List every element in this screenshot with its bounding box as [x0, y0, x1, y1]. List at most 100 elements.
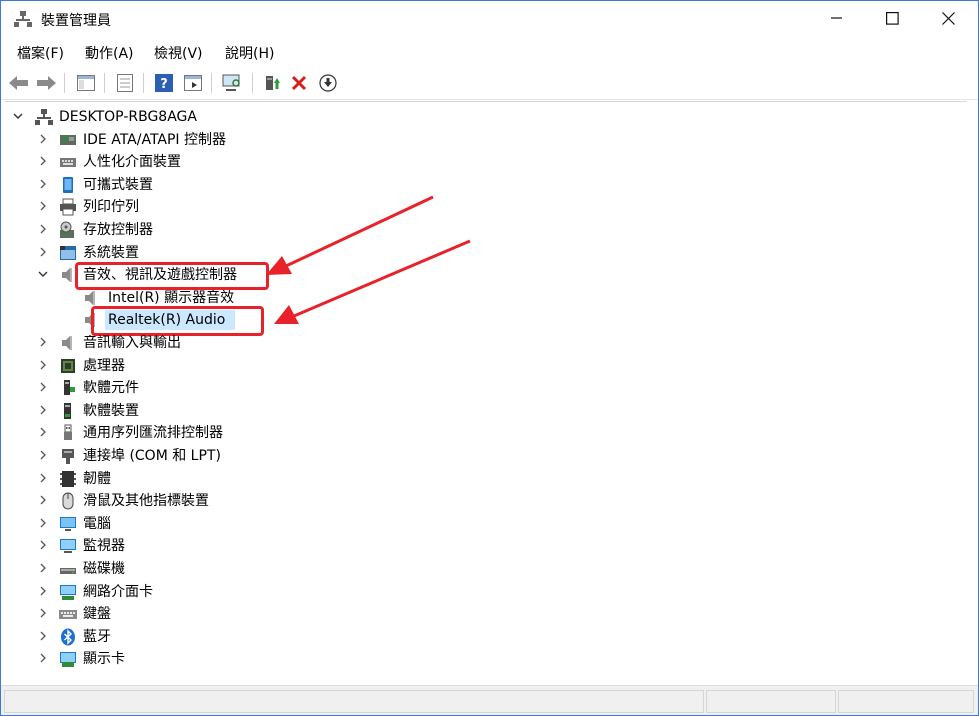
- show-hide-tree-icon: [77, 75, 95, 91]
- firmware-icon: [59, 470, 77, 488]
- menu-file[interactable]: 檔案(F): [17, 43, 64, 63]
- chevron-right-icon[interactable]: [36, 245, 50, 259]
- maximize-button[interactable]: [863, 1, 921, 35]
- speaker-icon: [59, 334, 77, 352]
- tree-item-label: 軟體元件: [83, 380, 139, 397]
- menu-view[interactable]: 檢視(V): [154, 43, 203, 63]
- show-hide-tree-button[interactable]: [75, 72, 97, 94]
- chevron-right-icon[interactable]: [36, 629, 50, 643]
- tree-item-label: 連接埠 (COM 和 LPT): [83, 448, 221, 464]
- tree-item[interactable]: 處理器: [5, 355, 905, 377]
- tree-item[interactable]: 監視器: [5, 535, 905, 557]
- software-device-icon: [59, 402, 77, 420]
- speaker-icon: [82, 289, 100, 307]
- chevron-right-icon[interactable]: [36, 154, 50, 168]
- menu-help[interactable]: 說明(H): [225, 43, 274, 63]
- tree-item[interactable]: 可攜式裝置: [5, 174, 905, 196]
- forward-button[interactable]: [35, 72, 57, 94]
- back-button[interactable]: [8, 72, 30, 94]
- chevron-right-icon[interactable]: [36, 222, 50, 236]
- tree-item[interactable]: 音訊輸入與輸出: [5, 332, 905, 354]
- uninstall-icon: [291, 75, 307, 91]
- tree-item[interactable]: 磁碟機: [5, 558, 905, 580]
- chevron-right-icon[interactable]: [36, 425, 50, 439]
- disable-button[interactable]: [317, 72, 339, 94]
- chevron-right-icon[interactable]: [36, 199, 50, 213]
- tree-item-label: 韌體: [83, 470, 111, 487]
- toolbar-separator: [64, 73, 65, 93]
- tree-item[interactable]: 電腦: [5, 513, 905, 535]
- toolbar-separator: [252, 73, 253, 93]
- computer-icon: [59, 515, 77, 533]
- tree-item[interactable]: IDE ATA/ATAPI 控制器: [5, 129, 905, 151]
- chevron-right-icon[interactable]: [36, 606, 50, 620]
- hid-icon: [59, 153, 77, 171]
- chevron-right-icon[interactable]: [36, 358, 50, 372]
- update-driver-button[interactable]: [261, 72, 283, 94]
- tree-item-label: 列印佇列: [83, 199, 139, 216]
- tree-item[interactable]: 軟體裝置: [5, 400, 905, 422]
- toolbar: ?: [1, 67, 978, 100]
- tree-item[interactable]: 人性化介面裝置: [5, 151, 905, 173]
- tree-item[interactable]: 韌體: [5, 468, 905, 490]
- tree-item-label: 可攜式裝置: [83, 176, 153, 193]
- svg-text:?: ?: [160, 77, 168, 92]
- chevron-right-icon[interactable]: [36, 651, 50, 665]
- tree-item[interactable]: 網路介面卡: [5, 581, 905, 603]
- tree-item[interactable]: 存放控制器: [5, 219, 905, 241]
- chevron-down-icon[interactable]: [36, 267, 50, 281]
- device-tree[interactable]: DESKTOP-RBG8AGA IDE ATA/ATAPI 控制器人性化介面裝置可…: [5, 101, 967, 685]
- disk-drive-icon: [59, 560, 77, 578]
- display-adapter-icon: [59, 650, 77, 668]
- tree-item[interactable]: 滑鼠及其他指標裝置: [5, 490, 905, 512]
- chevron-right-icon[interactable]: [36, 493, 50, 507]
- tree-item-label: Intel(R) 顯示器音效: [108, 289, 235, 306]
- tree-item[interactable]: 顯示卡: [5, 648, 905, 670]
- chevron-right-icon[interactable]: [36, 380, 50, 394]
- close-icon: [941, 11, 955, 25]
- tree-item[interactable]: 連接埠 (COM 和 LPT): [5, 445, 905, 467]
- tree-item[interactable]: 藍牙: [5, 626, 905, 648]
- forward-icon: [37, 76, 56, 90]
- tree-child-item[interactable]: Realtek(R) Audio: [5, 306, 905, 337]
- uninstall-button[interactable]: [288, 72, 310, 94]
- port-icon: [59, 447, 77, 465]
- tree-item[interactable]: 列印佇列: [5, 196, 905, 218]
- chevron-right-icon[interactable]: [36, 177, 50, 191]
- tree-item-label: 人性化介面裝置: [83, 154, 181, 171]
- chevron-right-icon[interactable]: [36, 516, 50, 530]
- software-component-icon: [59, 379, 77, 397]
- window-title: 裝置管理員: [41, 13, 111, 29]
- processor-icon: [59, 357, 77, 375]
- tree-item[interactable]: 通用序列匯流排控制器: [5, 422, 905, 444]
- menu-action[interactable]: 動作(A): [85, 43, 134, 63]
- view-button[interactable]: [182, 72, 204, 94]
- chevron-right-icon[interactable]: [36, 335, 50, 349]
- status-bar: [1, 685, 978, 715]
- vertical-scrollbar[interactable]: [967, 101, 978, 685]
- chevron-right-icon[interactable]: [36, 561, 50, 575]
- usb-icon: [59, 424, 77, 442]
- chevron-right-icon[interactable]: [36, 403, 50, 417]
- tree-item[interactable]: 系統裝置: [5, 242, 905, 264]
- tree-item[interactable]: 鍵盤: [5, 603, 905, 625]
- tree-item-label: DESKTOP-RBG8AGA: [59, 109, 197, 125]
- tree-item[interactable]: 音效、視訊及遊戲控制器: [5, 262, 905, 291]
- title-bar[interactable]: 裝置管理員: [1, 1, 978, 37]
- scan-hardware-button[interactable]: [221, 72, 243, 94]
- chevron-right-icon[interactable]: [36, 584, 50, 598]
- minimize-button[interactable]: [808, 1, 866, 35]
- device-manager-icon: [14, 11, 32, 27]
- help-button[interactable]: ?: [153, 72, 175, 94]
- chevron-right-icon[interactable]: [36, 538, 50, 552]
- chevron-right-icon[interactable]: [36, 132, 50, 146]
- chevron-right-icon[interactable]: [36, 448, 50, 462]
- tree-root[interactable]: DESKTOP-RBG8AGA: [5, 106, 905, 128]
- properties-button[interactable]: [114, 72, 136, 94]
- close-button[interactable]: [919, 1, 977, 35]
- tree-item-label: 網路介面卡: [83, 583, 153, 600]
- help-icon: ?: [155, 74, 173, 92]
- chevron-down-icon[interactable]: [11, 109, 25, 123]
- chevron-right-icon[interactable]: [36, 471, 50, 485]
- tree-item[interactable]: 軟體元件: [5, 377, 905, 399]
